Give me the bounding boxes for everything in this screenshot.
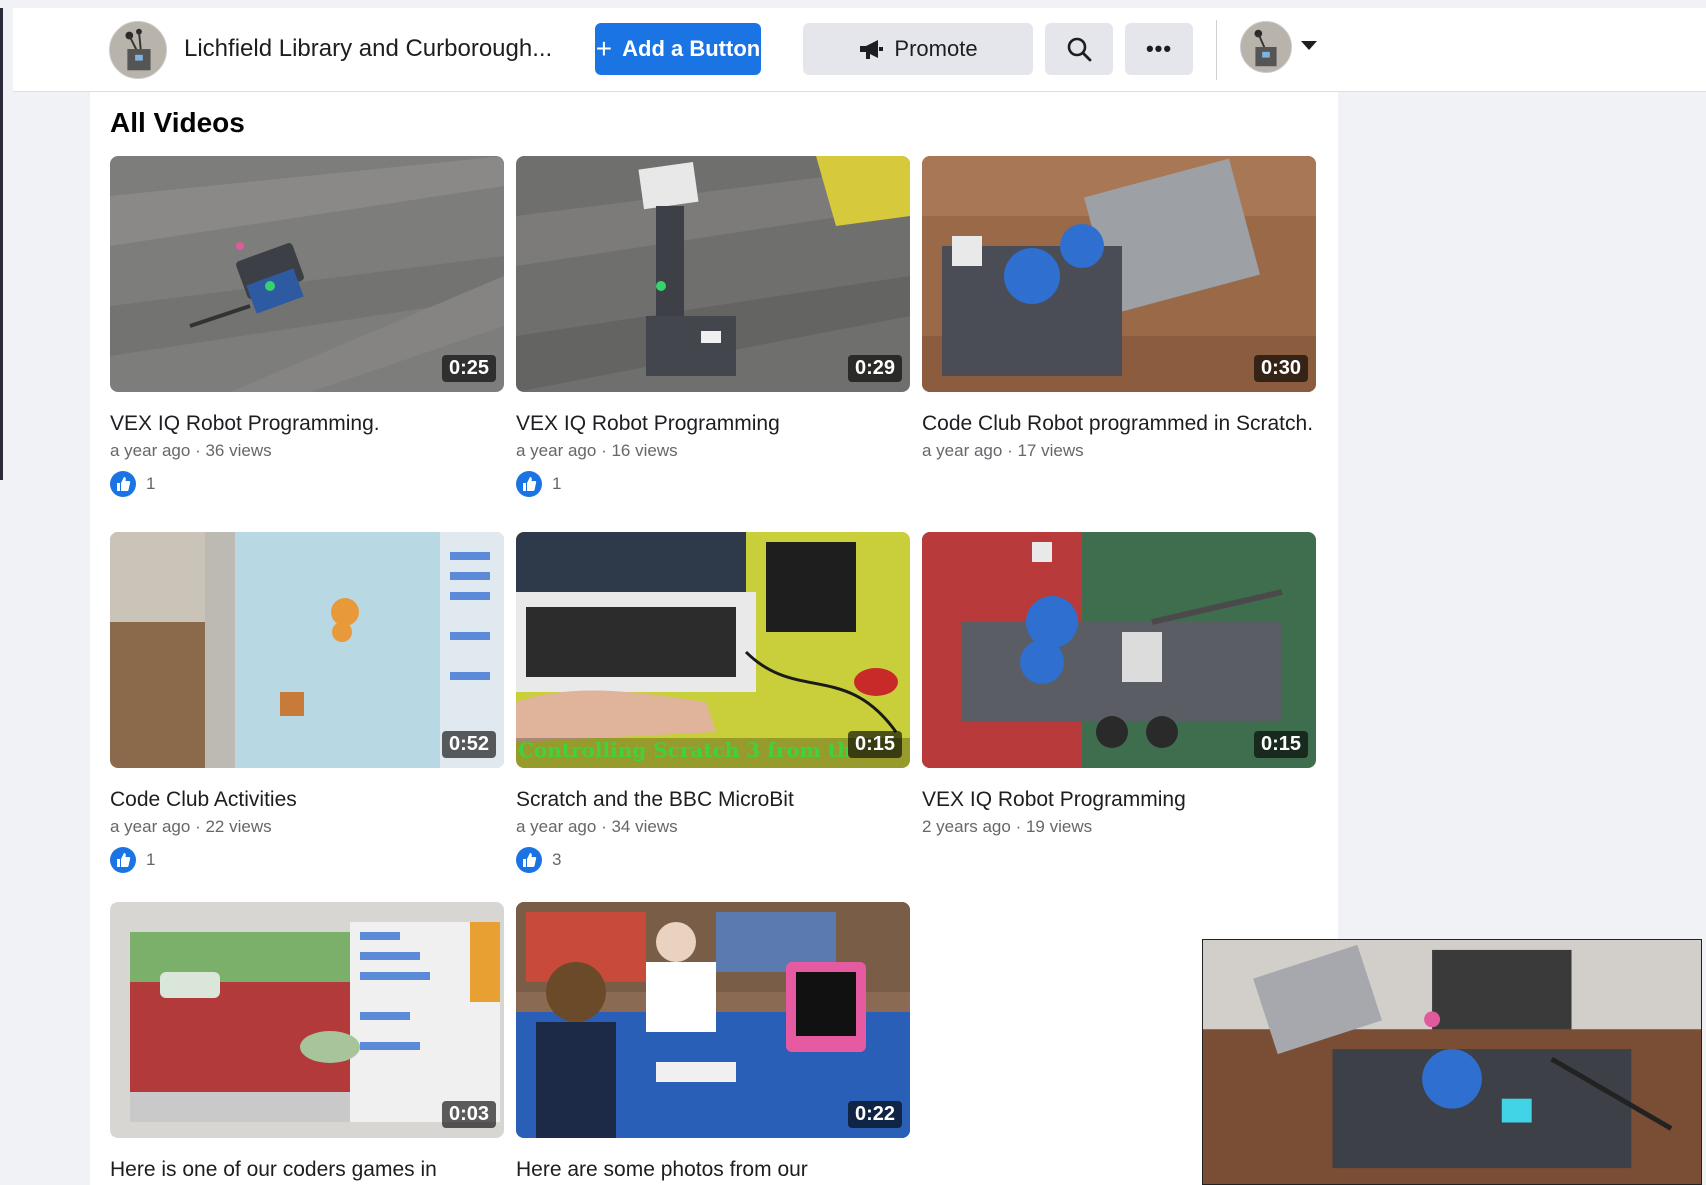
meta-separator: · [1002, 441, 1018, 460]
page-name[interactable]: Lichfield Library and Curborough... [184, 35, 552, 63]
add-a-button-label: Add a Button [622, 36, 761, 61]
video-thumbnail[interactable]: 0:25 [110, 156, 504, 392]
like-count: 3 [552, 850, 562, 869]
meta-separator: · [190, 817, 206, 836]
video-item[interactable]: 0:22 Here are some photos from our [516, 902, 910, 1183]
like-icon [110, 847, 136, 873]
robot-avatar-image [1241, 22, 1291, 72]
robot-avatar-image [110, 22, 166, 78]
video-title[interactable]: Here are some photos from our [516, 1156, 910, 1183]
megaphone-icon [860, 40, 884, 59]
meta-separator: · [1010, 817, 1026, 836]
video-age: a year ago [516, 441, 597, 460]
video-title[interactable]: Scratch and the BBC MicroBit [516, 786, 910, 813]
page-avatar[interactable] [109, 21, 167, 79]
video-title[interactable]: Code Club Robot programmed in Scratch. [922, 410, 1316, 437]
video-meta: a year ago · 34 views [516, 817, 910, 837]
video-meta: a year ago · 16 views [516, 441, 910, 461]
video-title[interactable]: VEX IQ Robot Programming. [110, 410, 504, 437]
like-count: 1 [146, 474, 156, 493]
video-thumbnail[interactable]: Controlling Scratch 3 from the BBC Micro… [516, 532, 910, 768]
video-age: a year ago [922, 441, 1003, 460]
video-item[interactable]: 0:30 Code Club Robot programmed in Scrat… [922, 156, 1316, 461]
meta-separator: · [190, 441, 206, 460]
video-duration: 0:03 [441, 1101, 496, 1128]
video-age: a year ago [110, 441, 191, 460]
add-a-button-button[interactable]: + Add a Button [595, 23, 761, 75]
video-age: 2 years ago [922, 817, 1011, 836]
video-item[interactable]: 0:29 VEX IQ Robot Programming a year ago… [516, 156, 910, 497]
video-duration: 0:22 [847, 1101, 902, 1128]
video-meta: a year ago · 22 views [110, 817, 504, 837]
videos-card: All Videos 0:25 VEX IQ Robot Programming [90, 92, 1338, 1185]
video-duration: 0:25 [441, 355, 496, 382]
video-item[interactable]: 0:03 Here is one of our coders games in [110, 902, 504, 1183]
meta-separator: · [596, 817, 612, 836]
video-meta: a year ago · 36 views [110, 441, 504, 461]
video-thumbnail[interactable]: 0:52 [110, 532, 504, 768]
like-icon [110, 471, 136, 497]
video-title[interactable]: Here is one of our coders games in [110, 1156, 504, 1183]
video-item[interactable]: 0:25 VEX IQ Robot Programming. a year ag… [110, 156, 504, 497]
video-age: a year ago [516, 817, 597, 836]
header-divider [1216, 20, 1217, 80]
video-meta: 2 years ago · 19 views [922, 817, 1316, 837]
like-icon [516, 847, 542, 873]
video-item[interactable]: 0:15 VEX IQ Robot Programming 2 years ag… [922, 532, 1316, 837]
video-age: a year ago [110, 817, 191, 836]
plus-icon: + [595, 33, 613, 64]
like-count: 1 [552, 474, 562, 493]
video-thumbnail[interactable]: 0:22 [516, 902, 910, 1138]
video-thumbnail[interactable]: 0:03 [110, 902, 504, 1138]
video-duration: 0:30 [1253, 355, 1308, 382]
video-meta: a year ago · 17 views [922, 441, 1316, 461]
like-count: 1 [146, 850, 156, 869]
section-title: All Videos [110, 107, 245, 138]
video-likes[interactable]: 1 [110, 471, 504, 497]
video-views: 36 views [205, 441, 272, 460]
video-duration: 0:15 [1253, 731, 1308, 758]
video-item[interactable]: 0:52 Code Club Activities a year ago · 2… [110, 532, 504, 873]
page-header: Lichfield Library and Curborough... + Ad… [13, 8, 1706, 92]
video-overlay-caption: Controlling Scratch 3 from the BBC Micro… [518, 738, 848, 762]
mini-video-player[interactable] [1202, 939, 1702, 1185]
more-options-button[interactable]: ••• [1125, 23, 1193, 75]
video-likes[interactable]: 1 [110, 847, 504, 873]
video-views: 17 views [1017, 441, 1084, 460]
video-duration: 0:52 [441, 731, 496, 758]
search-button[interactable] [1045, 23, 1113, 75]
video-thumbnail[interactable]: 0:29 [516, 156, 910, 392]
video-duration: 0:15 [847, 731, 902, 758]
video-views: 19 views [1025, 817, 1093, 836]
video-title[interactable]: VEX IQ Robot Programming [516, 410, 910, 437]
video-likes[interactable]: 1 [516, 471, 910, 497]
meta-separator: · [596, 441, 612, 460]
video-item[interactable]: Controlling Scratch 3 from the BBC Micro… [516, 532, 910, 873]
video-views: 16 views [611, 441, 678, 460]
video-thumbnail[interactable]: 0:30 [922, 156, 1316, 392]
video-views: 34 views [611, 817, 678, 836]
mini-player-frame [1203, 940, 1701, 1184]
like-icon [516, 471, 542, 497]
video-likes[interactable]: 3 [516, 847, 910, 873]
top-strip [0, 0, 1706, 8]
video-thumbnail[interactable]: 0:15 [922, 532, 1316, 768]
video-duration: 0:29 [847, 355, 902, 382]
video-views: 22 views [205, 817, 272, 836]
caret-down-icon[interactable] [1301, 41, 1317, 50]
more-icon: ••• [1145, 36, 1173, 61]
promote-button[interactable]: Promote [803, 23, 1033, 75]
window-edge [0, 0, 3, 480]
search-icon [1067, 37, 1092, 62]
promote-label: Promote [894, 36, 978, 61]
video-title[interactable]: VEX IQ Robot Programming [922, 786, 1316, 813]
video-title[interactable]: Code Club Activities [110, 786, 504, 813]
account-avatar[interactable] [1240, 21, 1292, 73]
